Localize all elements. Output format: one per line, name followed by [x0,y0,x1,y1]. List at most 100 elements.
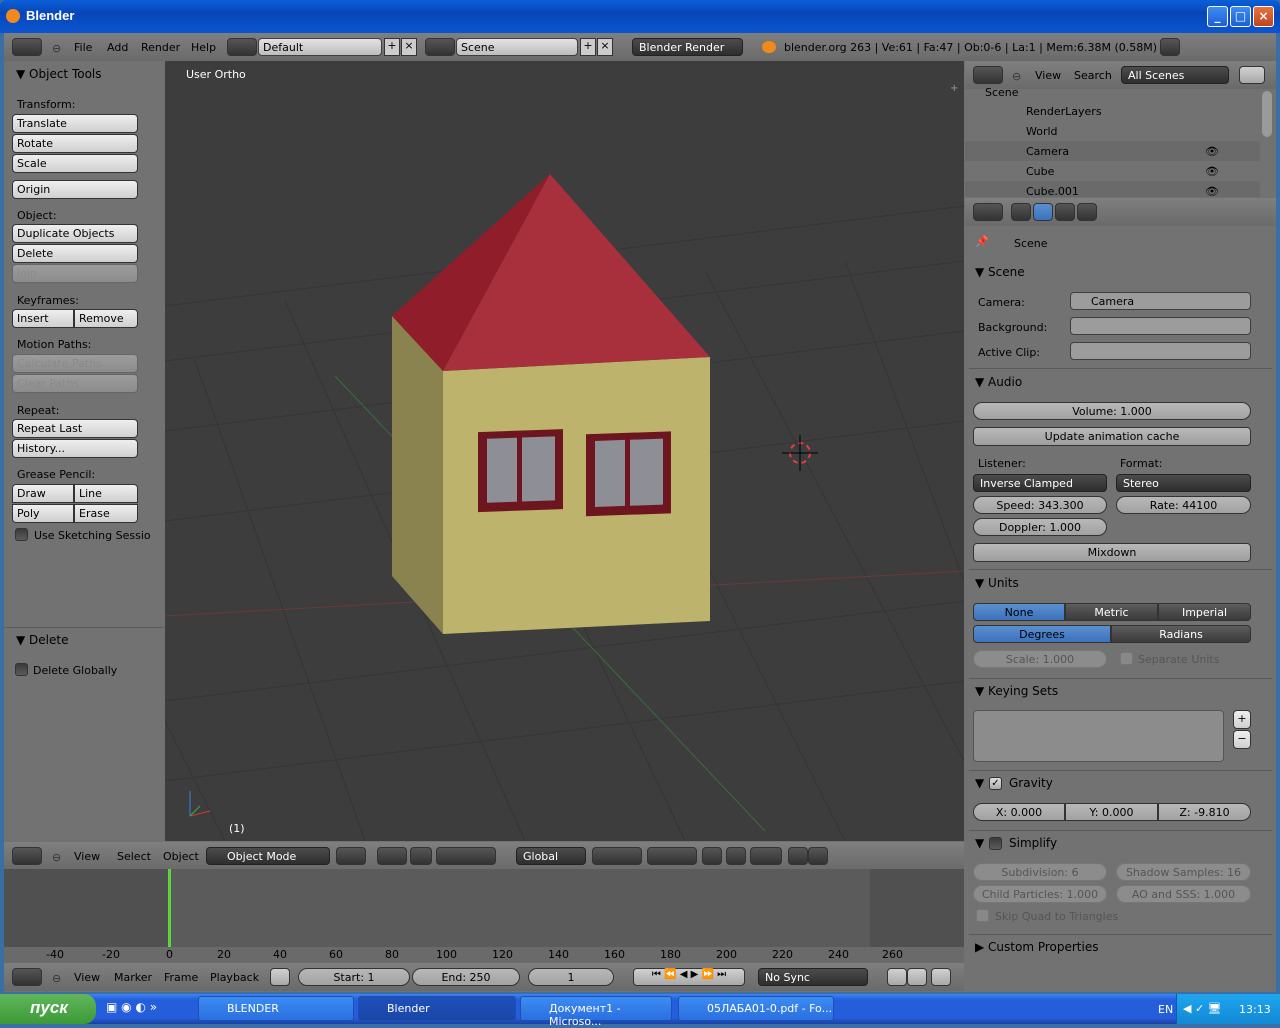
minimize-button[interactable]: _ [1207,6,1228,27]
preview-range-icon[interactable] [270,968,290,986]
playback-controls-icon[interactable]: ⏮ ⏪ ◀ ▶ ⏩ ⏭ [633,968,745,986]
layout-field[interactable]: Default [258,38,382,56]
menu-view[interactable]: View [1035,69,1061,82]
sync-select[interactable]: No Sync [758,968,868,986]
scene-layers-icon[interactable] [592,847,642,865]
origin-button[interactable]: Origin [12,180,138,199]
outliner-item-camera[interactable]: Camera [1026,145,1069,158]
panel-simplify-header[interactable]: ▼ [975,836,984,850]
radians-tab[interactable]: Radians [1111,625,1251,643]
render-engine-select[interactable]: Blender Render [632,38,743,56]
calculate-paths-button[interactable]: Calculate Paths [12,354,138,373]
history-button[interactable]: History... [12,439,138,458]
active-clip-field[interactable] [1070,342,1251,360]
viewport-shading-icon[interactable] [336,847,366,865]
render-opengl-icon[interactable] [788,847,808,865]
fullscreen-icon[interactable] [1160,38,1180,56]
menu-view[interactable]: View [74,971,100,984]
gravity-y-field[interactable]: Y: 0.000 [1065,803,1158,821]
shadow-samples-field[interactable]: Shadow Samples: 16 [1116,863,1251,881]
menu-object[interactable]: Object [163,850,199,863]
object-mode-select[interactable]: Object Mode [206,847,330,865]
background-field[interactable] [1070,317,1251,335]
editor-type-properties-icon[interactable] [973,203,1003,221]
manipulator-modes-icon[interactable] [436,847,496,865]
timeline-ruler[interactable]: -40 -20 0 20 40 60 80 100 120 140 160 18… [4,947,964,963]
keyframe-type-icon[interactable] [931,968,951,986]
transform-orientation-select[interactable]: Global [516,847,586,865]
translate-button[interactable]: Translate [12,114,138,133]
panel-keying-sets-header[interactable]: ▼ Keying Sets [975,684,1058,698]
gravity-z-field[interactable]: Z: -9.810 [1158,803,1251,821]
keying-sets-list[interactable] [973,710,1224,762]
panel-units-header[interactable]: ▼ Units [975,576,1019,590]
menu-view[interactable]: View [74,850,100,863]
scene-tab-icon[interactable] [1033,203,1053,221]
eye-icon[interactable]: 👁 [1205,145,1219,158]
rotate-button[interactable]: Rotate [12,134,138,153]
collapse-menu-icon[interactable]: ⊖ [52,972,61,985]
simplify-checkbox[interactable] [989,837,1002,850]
menu-search[interactable]: Search [1074,69,1112,82]
speed-field[interactable]: Speed: 343.300 [973,496,1107,514]
end-frame-field[interactable]: End: 250 [412,968,520,986]
record-icon[interactable] [887,968,907,986]
unit-metric-tab[interactable]: Metric [1065,603,1158,621]
editor-type-info-icon[interactable] [12,38,42,56]
menu-select[interactable]: Select [117,850,151,863]
scene-icon[interactable] [425,38,455,56]
eye-icon[interactable]: 👁 [1205,185,1219,198]
panel-audio-header[interactable]: ▼ Audio [975,375,1022,389]
collapse-menu-icon[interactable]: ⊖ [52,851,61,864]
render-animation-icon[interactable] [808,847,828,865]
doppler-field[interactable]: Doppler: 1.000 [973,518,1107,536]
remove-keying-set-icon[interactable]: − [1233,730,1251,749]
collapse-menu-icon[interactable]: ⊖ [1012,70,1021,83]
outliner-item-cube-001[interactable]: Cube.001 [1026,185,1079,198]
volume-field[interactable]: Volume: 1.000 [973,402,1251,420]
add-keying-set-icon[interactable]: + [1233,710,1251,729]
remove-scene-icon[interactable]: × [597,38,613,56]
3d-viewport[interactable]: User Ortho (1) + [165,61,964,841]
join-button[interactable]: Join [12,264,138,283]
rate-field[interactable]: Rate: 44100 [1116,496,1251,514]
menu-file[interactable]: File [74,41,92,54]
outliner-item-cube[interactable]: Cube [1026,165,1054,178]
insert-keyframe-button[interactable]: Insert [12,309,74,328]
update-animation-cache-button[interactable]: Update animation cache [973,427,1251,446]
degrees-tab[interactable]: Degrees [973,625,1111,643]
delete-globally-checkbox[interactable] [15,663,28,676]
menu-help[interactable]: Help [191,41,216,54]
tray-icons[interactable]: ◀ ✓ 🖥 [1183,1002,1222,1015]
menu-marker[interactable]: Marker [114,971,152,984]
menu-add[interactable]: Add [107,41,128,54]
panel-scene-header[interactable]: ▼ Scene [975,265,1025,279]
snap-icon[interactable] [750,847,782,865]
add-scene-icon[interactable]: + [580,38,596,56]
viewport-corner-plus-icon[interactable]: + [950,83,958,94]
menu-render[interactable]: Render [141,41,180,54]
pivot-point-icon[interactable] [377,847,407,865]
mixdown-button[interactable]: Mixdown [973,543,1251,562]
outliner-item-scene[interactable]: Scene [985,86,1215,102]
current-frame-marker[interactable] [168,869,171,947]
draw-button[interactable]: Draw [12,484,74,503]
render-layer-icon[interactable] [702,847,722,865]
menu-playback[interactable]: Playback [210,971,259,984]
panel-custom-properties-header[interactable]: ▶ Custom Properties [975,940,1098,954]
outliner-item-renderlayers[interactable]: RenderLayers [1026,105,1102,118]
search-icon[interactable] [1239,66,1265,84]
unit-none-tab[interactable]: None [973,603,1065,621]
pin-icon[interactable]: 📌 [975,235,989,248]
outliner-scrollbar[interactable] [1262,91,1272,137]
unit-scale-field[interactable]: Scale: 1.000 [973,650,1107,668]
outliner-tree[interactable]: Scene RenderLayers World Camera Cube Cub… [965,86,1276,198]
separate-units-checkbox[interactable] [1120,652,1133,665]
clear-paths-button[interactable]: Clear Paths [12,374,138,393]
format-select[interactable]: Stereo [1116,474,1251,492]
panel-delete-header[interactable]: ▼ Delete [16,633,68,647]
skip-quad-checkbox[interactable] [976,909,989,922]
line-button[interactable]: Line [74,484,138,503]
poly-button[interactable]: Poly [12,504,74,523]
editor-type-3dview-icon[interactable] [12,847,42,865]
